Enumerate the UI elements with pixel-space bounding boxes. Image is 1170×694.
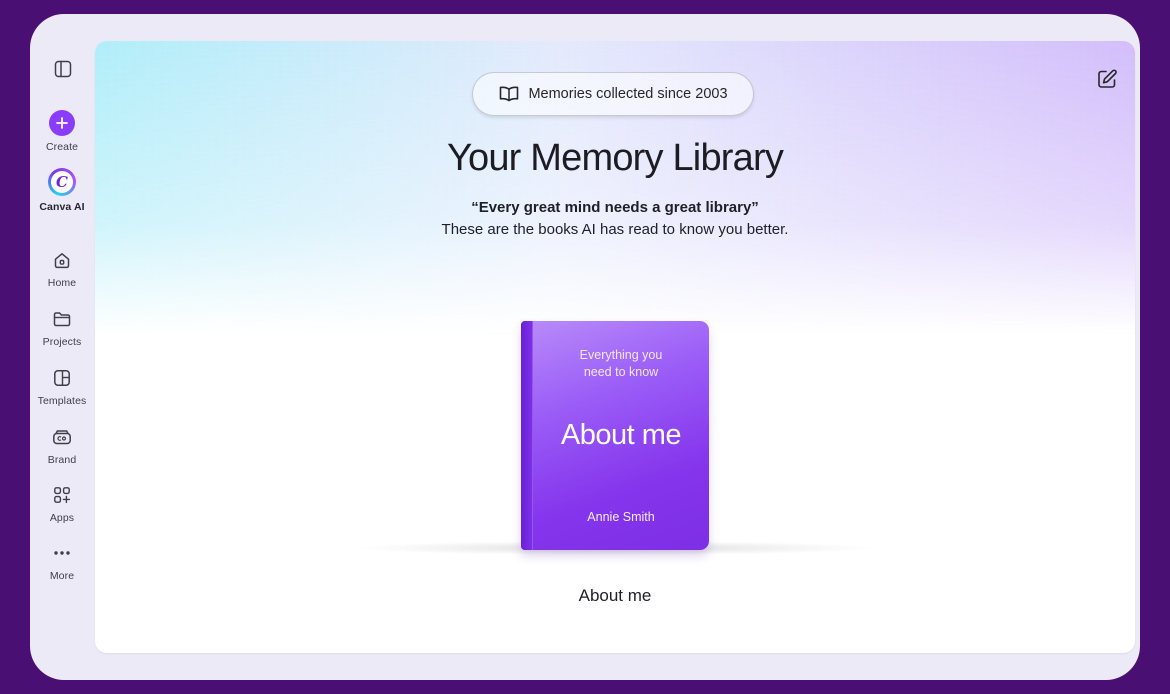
edit-button[interactable] xyxy=(1095,67,1119,91)
more-icon xyxy=(50,541,74,565)
main-panel: Memories collected since 2003 Your Memor… xyxy=(95,41,1135,653)
sidebar-item-label: Home xyxy=(47,277,77,289)
book-about-me[interactable]: Everything you need to know About me Ann… xyxy=(521,321,709,550)
sidebar-item-canva-ai[interactable]: C Canva AI xyxy=(30,168,94,213)
book-spine xyxy=(521,321,533,550)
sidebar-item-label: Brand xyxy=(47,454,77,466)
book-caption: About me xyxy=(578,586,652,605)
book-tagline-line-2: need to know xyxy=(583,365,659,379)
page-title: Your Memory Library xyxy=(446,137,784,179)
plus-icon xyxy=(49,110,75,136)
home-icon xyxy=(50,248,74,272)
sidebar-item-home[interactable]: Home xyxy=(30,248,94,289)
folder-icon xyxy=(50,307,74,331)
sidebar-item-create[interactable]: Create xyxy=(30,110,94,153)
app-window: Create C Canva AI Home Projects Template… xyxy=(30,14,1140,680)
page-quote: “Every great mind needs a great library” xyxy=(471,199,759,216)
open-book-icon xyxy=(500,86,519,102)
memories-pill: Memories collected since 2003 xyxy=(472,72,754,116)
sidebar-item-label: Templates xyxy=(37,395,87,407)
book-author: Annie Smith xyxy=(587,510,655,524)
sidebar-toggle-button[interactable] xyxy=(52,58,74,80)
book-cover-title: About me xyxy=(560,419,682,451)
page-subtitle: These are the books AI has read to know … xyxy=(441,221,789,238)
sidebar-item-projects[interactable]: Projects xyxy=(30,307,94,348)
sidebar-item-label: Apps xyxy=(49,512,75,524)
book-tagline-line-1: Everything you xyxy=(579,348,663,362)
sidebar-item-apps[interactable]: Apps xyxy=(30,483,94,524)
sidebar-item-label: Create xyxy=(45,141,79,153)
sidebar-item-templates[interactable]: Templates xyxy=(30,366,94,407)
apps-icon xyxy=(50,483,74,507)
edit-icon xyxy=(1098,69,1117,88)
sidebar-item-label: More xyxy=(49,570,75,582)
sidebar: Create C Canva AI Home Projects Template… xyxy=(30,14,94,680)
templates-icon xyxy=(50,366,74,390)
canva-ai-glyph: C xyxy=(51,171,73,193)
sidebar-item-brand[interactable]: Brand xyxy=(30,425,94,466)
sidebar-panel-icon xyxy=(54,60,72,78)
book-tagline: Everything you need to know xyxy=(533,347,709,381)
pill-text: Memories collected since 2003 xyxy=(528,86,728,102)
canva-ai-icon: C xyxy=(48,168,76,196)
brand-icon xyxy=(50,425,74,449)
sidebar-item-label: Projects xyxy=(42,336,82,348)
sidebar-item-more[interactable]: More xyxy=(30,541,94,582)
sidebar-item-label: Canva AI xyxy=(39,201,85,213)
